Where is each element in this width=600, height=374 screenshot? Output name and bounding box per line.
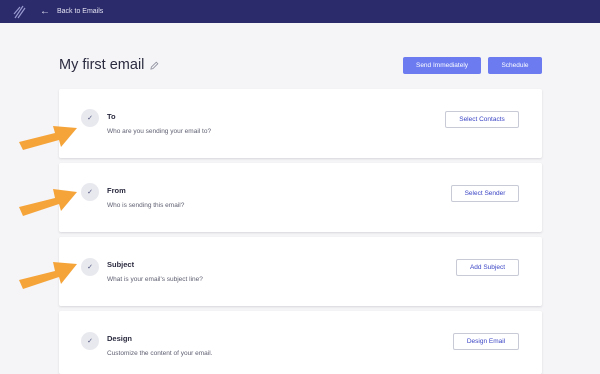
section-title: Subject — [107, 260, 135, 269]
select-contacts-button[interactable]: Select Contacts — [445, 111, 519, 128]
add-subject-button[interactable]: Add Subject — [456, 259, 519, 276]
section-card-design: ✓ Design Customize the content of your e… — [59, 311, 542, 374]
section-description: Customize the content of your email. — [107, 350, 213, 357]
title-row: My first email — [59, 57, 159, 73]
annotation-arrow — [19, 262, 77, 289]
top-bar: ← Back to Emails — [0, 0, 600, 23]
section-card-subject: ✓ Subject What is your email's subject l… — [59, 237, 542, 306]
section-card-to: ✓ To Who are you sending your email to? … — [59, 89, 542, 158]
schedule-button[interactable]: Schedule — [488, 57, 542, 74]
section-title: From — [107, 186, 126, 195]
section-description: What is your email's subject line? — [107, 276, 203, 283]
section-description: Who are you sending your email to? — [107, 128, 212, 135]
check-icon: ✓ — [81, 332, 99, 350]
check-icon: ✓ — [81, 109, 99, 127]
send-immediately-button[interactable]: Send Immediately — [403, 57, 481, 74]
back-arrow-icon: ← — [40, 5, 50, 17]
back-link-label: Back to Emails — [57, 8, 104, 15]
section-card-from: ✓ From Who is sending this email? Select… — [59, 163, 542, 232]
select-sender-button[interactable]: Select Sender — [451, 185, 519, 202]
page-title: My first email — [59, 57, 145, 73]
annotation-arrow — [19, 126, 77, 150]
pencil-icon[interactable] — [150, 61, 159, 70]
annotation-arrow — [19, 189, 77, 216]
section-title: To — [107, 112, 116, 121]
design-email-button[interactable]: Design Email — [453, 333, 519, 350]
section-description: Who is sending this email? — [107, 202, 185, 209]
back-to-emails-link[interactable]: ← Back to Emails — [40, 0, 103, 23]
section-title: Design — [107, 334, 133, 343]
logo-icon[interactable] — [13, 4, 27, 19]
check-icon: ✓ — [81, 183, 99, 201]
check-icon: ✓ — [81, 258, 99, 276]
